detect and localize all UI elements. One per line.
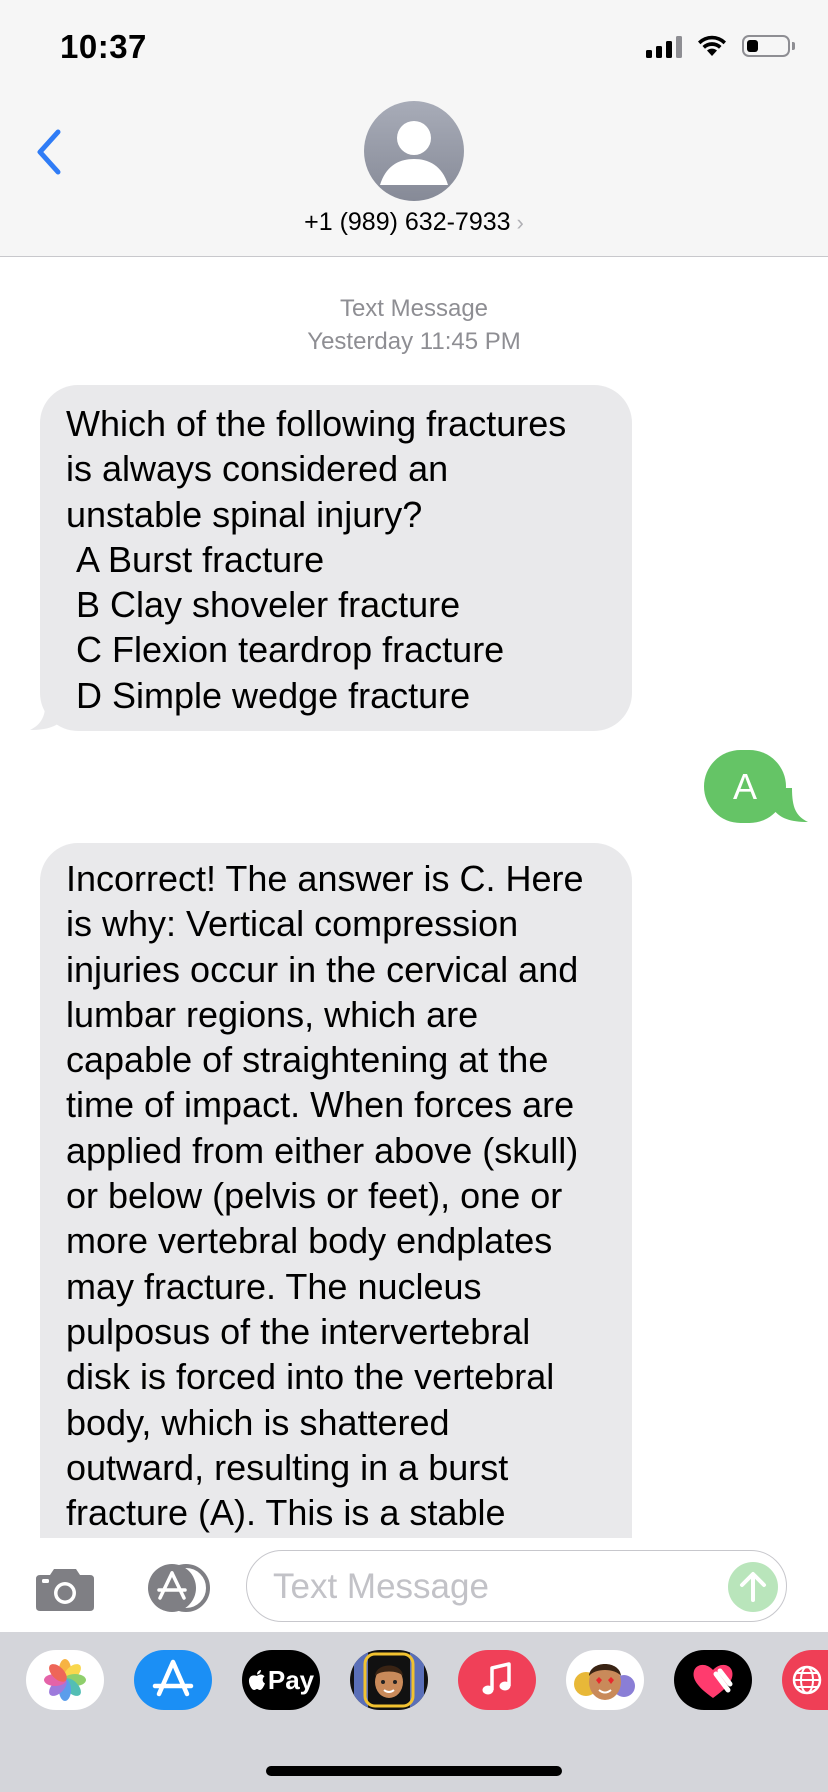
globe-icon [792, 1665, 822, 1695]
message-composer [0, 1538, 828, 1632]
camera-icon[interactable] [34, 1565, 96, 1611]
person-icon [380, 121, 448, 185]
photos-icon [44, 1659, 86, 1701]
message-timestamp: Yesterday 11:45 PM [307, 328, 521, 355]
apple-pay-icon [248, 1670, 265, 1690]
incoming-message-bubble[interactable]: Incorrect! The answer is C. Here is why:… [40, 843, 632, 1543]
contact-avatar[interactable] [364, 101, 464, 201]
message-text-field[interactable] [246, 1550, 787, 1622]
digital-touch-app[interactable] [674, 1650, 752, 1710]
app-store-app[interactable] [134, 1650, 212, 1710]
app-store-icon [152, 1659, 194, 1697]
animoji-app[interactable] [566, 1650, 644, 1710]
status-indicators [646, 34, 795, 58]
message-input[interactable] [271, 1561, 695, 1613]
back-chevron-icon[interactable] [30, 126, 70, 178]
apple-pay-app[interactable]: Pay [242, 1650, 320, 1710]
wifi-icon [698, 35, 726, 56]
app-store-button-icon[interactable] [138, 1564, 214, 1612]
apple-pay-label: Pay [267, 1664, 315, 1695]
cellular-signal-icon [646, 34, 682, 58]
music-icon [482, 1662, 511, 1695]
web-images-app[interactable] [782, 1650, 828, 1710]
memoji-app[interactable] [350, 1650, 428, 1710]
outgoing-message-bubble[interactable]: A [704, 750, 786, 823]
photos-app[interactable] [26, 1650, 104, 1710]
message-service-label: Text Message [339, 295, 489, 322]
memoji-icon [354, 1650, 424, 1710]
home-indicator[interactable] [266, 1766, 562, 1776]
conversation-header: 10:37 +1 (989) 632-7933 › [0, 0, 828, 257]
arrow-up-icon [740, 1572, 766, 1602]
contact-number[interactable]: +1 (989) 632-7933 › [0, 208, 828, 237]
chevron-right-icon: › [516, 210, 524, 235]
battery-icon [742, 35, 795, 57]
send-button[interactable] [728, 1562, 778, 1612]
contact-number-text: +1 (989) 632-7933 [304, 208, 511, 236]
heart-icon [693, 1664, 733, 1698]
animoji-icon [574, 1664, 635, 1700]
incoming-message-bubble[interactable]: Which of the following fractures is alwa… [40, 385, 632, 731]
status-time: 10:37 [60, 28, 147, 65]
music-app[interactable] [458, 1650, 536, 1710]
